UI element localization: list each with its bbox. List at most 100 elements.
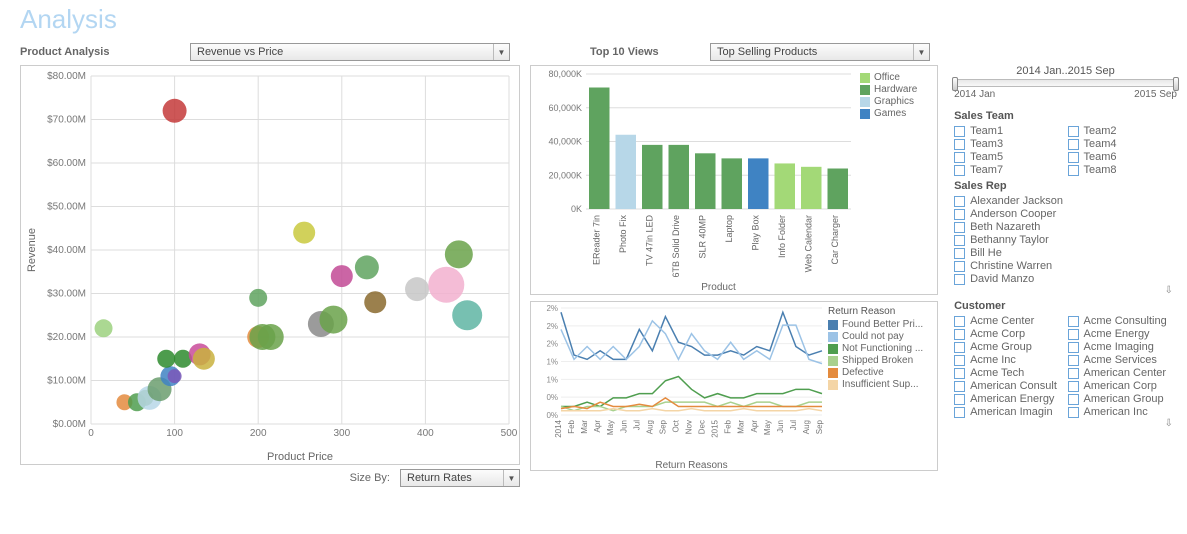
checkbox-icon[interactable] bbox=[954, 126, 965, 137]
checkbox-icon[interactable] bbox=[1068, 316, 1079, 327]
filter-item-rep[interactable]: Christine Warren bbox=[954, 260, 1177, 272]
checkbox-icon[interactable] bbox=[954, 355, 965, 366]
slider-end-label: 2015 Sep bbox=[1134, 89, 1177, 100]
filter-item-rep[interactable]: Anderson Cooper bbox=[954, 208, 1177, 220]
checkbox-icon[interactable] bbox=[1068, 394, 1079, 405]
filter-item-customer[interactable]: Acme Center bbox=[954, 315, 1063, 327]
checkbox-icon[interactable] bbox=[954, 381, 965, 392]
checkbox-icon[interactable] bbox=[954, 368, 965, 379]
top10-dropdown[interactable]: Top Selling Products▼ bbox=[710, 43, 930, 61]
checkbox-icon[interactable] bbox=[954, 235, 965, 246]
checkbox-icon[interactable] bbox=[954, 152, 965, 163]
scroll-down-icon[interactable]: ⇩ bbox=[954, 285, 1177, 296]
filter-item-customer[interactable]: American Energy bbox=[954, 393, 1063, 405]
checkbox-icon[interactable] bbox=[954, 165, 965, 176]
filter-item-customer[interactable]: American Consult bbox=[954, 380, 1063, 392]
svg-text:Return Reasons: Return Reasons bbox=[655, 460, 727, 470]
checkbox-icon[interactable] bbox=[1068, 407, 1079, 418]
checkbox-icon[interactable] bbox=[954, 248, 965, 259]
filter-item-rep[interactable]: David Manzo bbox=[954, 273, 1177, 285]
bar-chart[interactable]: 0K20,000K40,000K60,000K80,000KEReader 7i… bbox=[530, 65, 938, 295]
filter-item-team[interactable]: Team8 bbox=[1068, 164, 1177, 176]
time-slider[interactable]: 2014 Jan..2015 Sep 2014 Jan 2015 Sep bbox=[954, 65, 1177, 100]
filter-label: Christine Warren bbox=[970, 260, 1052, 272]
filter-item-customer[interactable]: Acme Tech bbox=[954, 367, 1063, 379]
checkbox-icon[interactable] bbox=[954, 274, 965, 285]
sizeby-dropdown[interactable]: Return Rates▼ bbox=[400, 469, 520, 487]
checkbox-icon[interactable] bbox=[954, 139, 965, 150]
checkbox-icon[interactable] bbox=[1068, 342, 1079, 353]
checkbox-icon[interactable] bbox=[1068, 152, 1079, 163]
svg-text:200: 200 bbox=[250, 428, 267, 439]
slider-thumb-start[interactable] bbox=[952, 77, 958, 91]
filter-head-customer: Customer bbox=[954, 300, 1177, 312]
legend-item: Found Better Pri... bbox=[828, 319, 934, 330]
filter-item-customer[interactable]: Acme Corp bbox=[954, 328, 1063, 340]
svg-text:Feb: Feb bbox=[724, 419, 733, 433]
checkbox-icon[interactable] bbox=[954, 394, 965, 405]
filter-item-rep[interactable]: Bill He bbox=[954, 247, 1177, 259]
svg-text:2%: 2% bbox=[546, 340, 558, 349]
bar-legend: OfficeHardwareGraphicsGames bbox=[856, 66, 921, 294]
product-analysis-dropdown[interactable]: Revenue vs Price▼ bbox=[190, 43, 510, 61]
filter-item-customer[interactable]: Acme Services bbox=[1068, 354, 1177, 366]
slider-range-label: 2014 Jan..2015 Sep bbox=[954, 65, 1177, 77]
filter-item-rep[interactable]: Beth Nazareth bbox=[954, 221, 1177, 233]
filter-item-team[interactable]: Team3 bbox=[954, 138, 1063, 150]
legend-item: Shipped Broken bbox=[828, 355, 934, 366]
checkbox-icon[interactable] bbox=[1068, 355, 1079, 366]
svg-text:Oct: Oct bbox=[671, 419, 680, 432]
filter-item-customer[interactable]: Acme Imaging bbox=[1068, 341, 1177, 353]
checkbox-icon[interactable] bbox=[954, 209, 965, 220]
line-chart[interactable]: 0%0%1%1%2%2%2%2014FebMarAprMayJunJulAugS… bbox=[530, 301, 938, 471]
checkbox-icon[interactable] bbox=[1068, 165, 1079, 176]
filter-item-customer[interactable]: American Center bbox=[1068, 367, 1177, 379]
svg-text:20,000K: 20,000K bbox=[548, 170, 582, 180]
svg-text:EReader 7in: EReader 7in bbox=[591, 215, 601, 265]
filter-item-team[interactable]: Team4 bbox=[1068, 138, 1177, 150]
filter-head-salesrep: Sales Rep bbox=[954, 180, 1177, 192]
svg-text:6TB Solid Drive: 6TB Solid Drive bbox=[671, 215, 681, 278]
filter-item-team[interactable]: Team2 bbox=[1068, 125, 1177, 137]
checkbox-icon[interactable] bbox=[954, 407, 965, 418]
checkbox-icon[interactable] bbox=[1068, 381, 1079, 392]
filter-item-team[interactable]: Team6 bbox=[1068, 151, 1177, 163]
slider-thumb-end[interactable] bbox=[1173, 77, 1179, 91]
filter-item-team[interactable]: Team5 bbox=[954, 151, 1063, 163]
checkbox-icon[interactable] bbox=[1068, 329, 1079, 340]
checkbox-icon[interactable] bbox=[954, 261, 965, 272]
checkbox-icon[interactable] bbox=[954, 342, 965, 353]
filter-item-team[interactable]: Team1 bbox=[954, 125, 1063, 137]
checkbox-icon[interactable] bbox=[954, 316, 965, 327]
filter-label: American Group bbox=[1084, 393, 1164, 405]
checkbox-icon[interactable] bbox=[954, 222, 965, 233]
scatter-chart[interactable]: $0.00M$10.00M$20.00M$30.00M$40.00M$50.00… bbox=[20, 65, 520, 465]
filter-item-customer[interactable]: Acme Consulting bbox=[1068, 315, 1177, 327]
svg-text:1%: 1% bbox=[546, 375, 558, 384]
checkbox-icon[interactable] bbox=[954, 196, 965, 207]
svg-text:Jun: Jun bbox=[619, 420, 628, 433]
filter-item-team[interactable]: Team7 bbox=[954, 164, 1063, 176]
filter-item-customer[interactable]: Acme Group bbox=[954, 341, 1063, 353]
filter-label: Acme Energy bbox=[1084, 328, 1150, 340]
checkbox-icon[interactable] bbox=[1068, 139, 1079, 150]
filter-item-rep[interactable]: Alexander Jackson bbox=[954, 195, 1177, 207]
filter-item-customer[interactable]: American Imagin bbox=[954, 406, 1063, 418]
filter-item-customer[interactable]: American Inc bbox=[1068, 406, 1177, 418]
svg-text:40,000K: 40,000K bbox=[548, 137, 582, 147]
svg-text:Sep: Sep bbox=[815, 419, 824, 434]
scroll-down-icon[interactable]: ⇩ bbox=[954, 418, 1177, 429]
filter-item-rep[interactable]: Bethanny Taylor bbox=[954, 234, 1177, 246]
filter-label: American Inc bbox=[1084, 406, 1148, 418]
legend-item: Games bbox=[860, 108, 917, 119]
filter-item-customer[interactable]: Acme Inc bbox=[954, 354, 1063, 366]
checkbox-icon[interactable] bbox=[1068, 126, 1079, 137]
legend-item: Not Functioning ... bbox=[828, 343, 934, 354]
filter-item-customer[interactable]: American Corp bbox=[1068, 380, 1177, 392]
filter-item-customer[interactable]: Acme Energy bbox=[1068, 328, 1177, 340]
svg-text:$10.00M: $10.00M bbox=[47, 376, 86, 387]
svg-text:$80.00M: $80.00M bbox=[47, 71, 86, 82]
checkbox-icon[interactable] bbox=[954, 329, 965, 340]
checkbox-icon[interactable] bbox=[1068, 368, 1079, 379]
filter-item-customer[interactable]: American Group bbox=[1068, 393, 1177, 405]
